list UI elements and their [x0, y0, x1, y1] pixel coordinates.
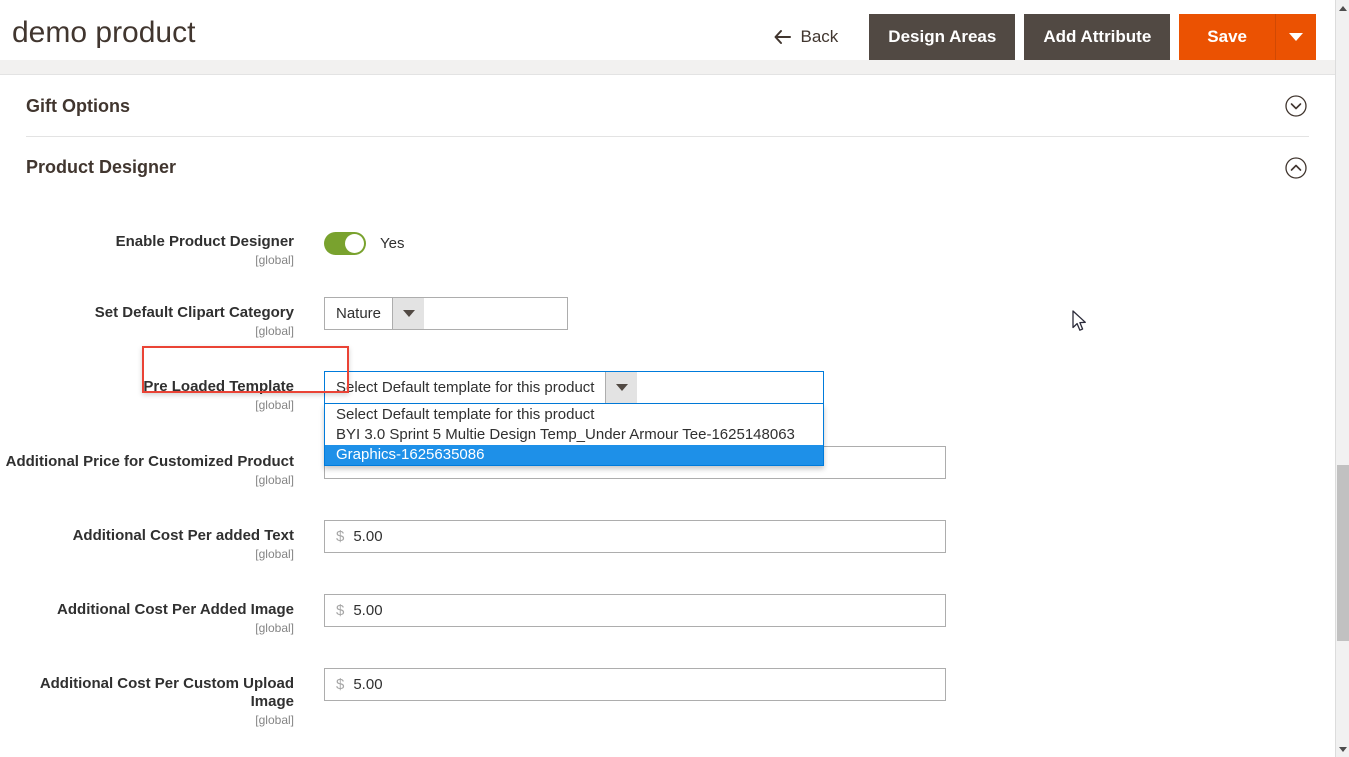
currency-symbol: $: [336, 528, 344, 545]
section-title-gift-options: Gift Options: [26, 96, 130, 117]
field-label: Additional Cost Per Added Image: [0, 601, 294, 619]
header-divider-strip: [0, 60, 1335, 75]
section-title-product-designer: Product Designer: [26, 157, 176, 178]
field-label-wrap: Additional Cost Per Custom Upload Image …: [0, 666, 324, 728]
dropdown-option-selected[interactable]: Graphics-1625635086: [325, 445, 823, 465]
triangle-down-icon: [1339, 747, 1347, 752]
field-label: Set Default Clipart Category: [0, 304, 294, 322]
back-button-label: Back: [801, 27, 839, 47]
product-designer-form: Enable Product Designer [global] Yes Set…: [0, 198, 1335, 757]
cost-per-text-value: 5.00: [353, 528, 382, 545]
field-scope: [global]: [0, 397, 294, 413]
field-scope: [global]: [0, 620, 294, 636]
field-label-wrap: Enable Product Designer [global]: [0, 224, 324, 268]
caret-down-icon: [616, 384, 628, 391]
back-button[interactable]: Back: [773, 14, 861, 60]
field-scope: [global]: [0, 546, 294, 562]
field-pre-loaded-template: Pre Loaded Template [global] Select Defa…: [0, 369, 1335, 413]
dropdown-option[interactable]: BYI 3.0 Sprint 5 Multie Design Temp_Unde…: [325, 425, 823, 445]
field-label-wrap: Pre Loaded Template [global]: [0, 369, 324, 413]
save-button-group: Save: [1179, 14, 1316, 60]
section-gift-options[interactable]: Gift Options: [26, 76, 1309, 137]
cost-per-text-input[interactable]: $ 5.00: [324, 520, 946, 553]
select-arrow[interactable]: [605, 372, 637, 403]
field-enable-product-designer: Enable Product Designer [global] Yes: [0, 224, 1335, 268]
arrow-left-icon: [773, 29, 792, 45]
field-label-wrap: Additional Cost Per added Text [global]: [0, 518, 324, 562]
chevron-up-circle-icon[interactable]: [1285, 157, 1307, 179]
toggle-wrap: Yes: [324, 226, 404, 255]
add-attribute-button[interactable]: Add Attribute: [1024, 14, 1170, 60]
toggle-knob: [345, 234, 364, 253]
toggle-state-label: Yes: [380, 235, 404, 252]
field-scope: [global]: [0, 323, 294, 339]
field-label-wrap: Set Default Clipart Category [global]: [0, 295, 324, 339]
field-label-wrap: Additional Cost Per Added Image [global]: [0, 592, 324, 636]
caret-down-icon: [403, 310, 415, 317]
field-control: $ 5.00: [324, 592, 946, 627]
currency-symbol: $: [336, 676, 344, 693]
field-scope: [global]: [0, 712, 294, 728]
design-areas-button[interactable]: Design Areas: [869, 14, 1015, 60]
field-control: Yes: [324, 224, 404, 255]
currency-symbol: $: [336, 602, 344, 619]
pre-loaded-template-value: Select Default template for this product: [325, 372, 605, 403]
page-header: demo product Back Design Areas Add Attri…: [0, 0, 1335, 60]
field-cost-per-added-image: Additional Cost Per Added Image [global]…: [0, 592, 1335, 636]
field-cost-per-text: Additional Cost Per added Text [global] …: [0, 518, 1335, 562]
product-edit-page: demo product Back Design Areas Add Attri…: [0, 0, 1349, 757]
field-control: $ 5.00: [324, 518, 946, 553]
field-label: Additional Cost Per added Text: [0, 527, 294, 545]
enable-product-designer-toggle[interactable]: [324, 232, 366, 255]
scroll-up-button[interactable]: [1336, 0, 1349, 16]
select-arrow[interactable]: [392, 298, 424, 329]
field-label: Enable Product Designer: [0, 233, 294, 251]
pre-loaded-template-dropdown[interactable]: Select Default template for this product…: [324, 404, 824, 466]
cost-per-custom-upload-input[interactable]: $ 5.00: [324, 668, 946, 701]
caret-down-icon: [1289, 33, 1303, 41]
field-scope: [global]: [0, 252, 294, 268]
field-label: Additional Cost Per Custom Upload Image: [0, 675, 294, 711]
dropdown-option[interactable]: Select Default template for this product: [325, 405, 823, 425]
field-clipart-category: Set Default Clipart Category [global] Na…: [0, 295, 1335, 339]
field-label: Additional Price for Customized Product: [0, 453, 294, 471]
cost-per-added-image-input[interactable]: $ 5.00: [324, 594, 946, 627]
field-scope: [global]: [0, 472, 294, 488]
page-title: demo product: [12, 16, 195, 50]
page-content: Gift Options Product Designer: [0, 76, 1335, 757]
field-label-wrap: Additional Price for Customized Product …: [0, 444, 324, 488]
section-product-designer[interactable]: Product Designer: [26, 137, 1309, 198]
scroll-down-button[interactable]: [1336, 741, 1349, 757]
field-label: Pre Loaded Template: [0, 378, 294, 396]
chevron-down-circle-icon[interactable]: [1285, 95, 1307, 117]
field-control: $ 5.00: [324, 666, 946, 701]
field-control: Select Default template for this product…: [324, 369, 824, 404]
clipart-category-select[interactable]: Nature: [324, 297, 568, 330]
field-cost-per-custom-upload: Additional Cost Per Custom Upload Image …: [0, 666, 1335, 728]
cost-per-added-image-value: 5.00: [353, 602, 382, 619]
vertical-scrollbar[interactable]: [1335, 0, 1349, 757]
field-control: Nature: [324, 295, 568, 330]
pre-loaded-template-select[interactable]: Select Default template for this product: [324, 371, 824, 404]
header-actions: Back Design Areas Add Attribute Save: [773, 14, 1317, 60]
cost-per-custom-upload-value: 5.00: [353, 676, 382, 693]
clipart-category-value: Nature: [325, 298, 392, 329]
scrollbar-thumb[interactable]: [1337, 465, 1349, 641]
save-options-button[interactable]: [1276, 14, 1316, 60]
save-button[interactable]: Save: [1179, 14, 1276, 60]
triangle-up-icon: [1339, 6, 1347, 11]
